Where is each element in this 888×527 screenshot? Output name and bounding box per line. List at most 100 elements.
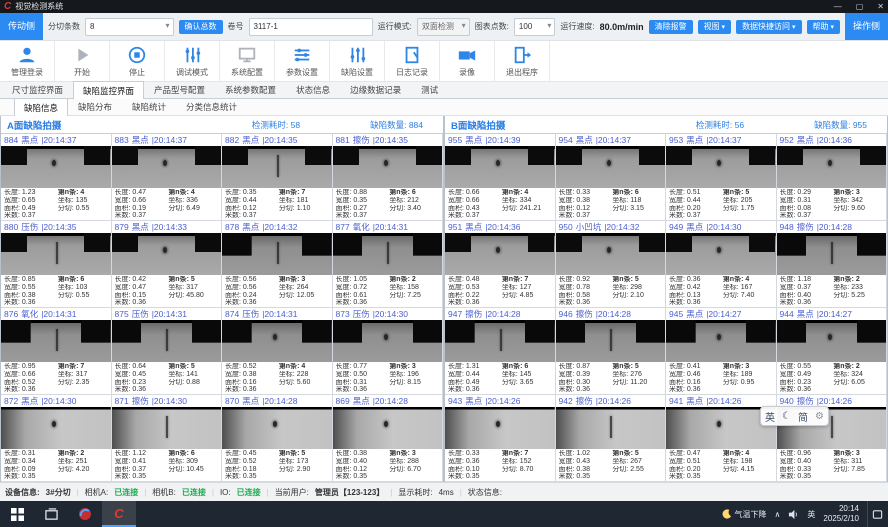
debug-mode-button[interactable]: 调试模式 (165, 41, 220, 81)
main-tab[interactable]: 边缘数据记录 (340, 81, 411, 98)
defect-image[interactable] (1, 146, 111, 189)
defect-cell[interactable]: 884 黑点 |20:14:37 长度: 1.23 宽度: 0.65 面积: 0… (1, 134, 112, 221)
start-menu-button[interactable] (0, 501, 34, 527)
system-config-button[interactable]: 系统配置 (220, 41, 275, 81)
recording-button[interactable]: 录像 (440, 41, 495, 81)
defect-cell[interactable]: 942 擦伤 |20:14:26 长度: 1.02 宽度: 0.43 面积: 0… (556, 395, 667, 482)
defect-image[interactable] (445, 407, 555, 450)
defect-cell[interactable]: 876 氧化 |20:14:31 长度: 0.95 宽度: 0.66 面积: 0… (1, 308, 112, 395)
defect-cell[interactable]: 881 擦伤 |20:14:35 长度: 0.88 宽度: 0.35 面积: 0… (333, 134, 444, 221)
defect-image[interactable] (445, 233, 555, 276)
defect-cell[interactable]: 953 黑点 |20:14:37 长度: 0.51 宽度: 0.44 面积: 0… (666, 134, 777, 221)
theme-moon-icon[interactable]: ☾ (782, 411, 791, 422)
parameter-settings-button[interactable]: 参数设置 (275, 41, 330, 81)
defect-image[interactable] (112, 407, 222, 450)
defect-image[interactable] (1, 407, 111, 450)
defect-cell[interactable]: 872 黑点 |20:14:30 长度: 0.31 宽度: 0.34 面积: 0… (1, 395, 112, 482)
defect-cell[interactable]: 879 黑点 |20:14:33 长度: 0.42 宽度: 0.47 面积: 0… (112, 221, 223, 308)
defect-cell[interactable]: 873 压伤 |20:14:30 长度: 0.77 宽度: 0.50 面积: 0… (333, 308, 444, 395)
defect-cell[interactable]: 878 黑点 |20:14:32 长度: 0.56 宽度: 0.56 面积: 0… (222, 221, 333, 308)
sub-tab[interactable]: 分类信息统计 (176, 98, 247, 115)
defect-settings-button[interactable]: 缺陷设置 (330, 41, 385, 81)
defect-image[interactable] (556, 233, 666, 276)
defect-image[interactable] (777, 320, 887, 363)
defect-cell[interactable]: 871 擦伤 |20:14:30 长度: 1.12 宽度: 0.41 面积: 0… (112, 395, 223, 482)
close-button[interactable]: ✕ (877, 2, 884, 11)
defect-image[interactable] (556, 407, 666, 450)
defect-image[interactable] (1, 320, 111, 363)
run-mode-select[interactable]: 双面检测 (417, 18, 470, 36)
defect-cell[interactable]: 952 黑点 |20:14:36 长度: 0.29 宽度: 0.31 面积: 0… (777, 134, 888, 221)
defect-cell[interactable]: 947 擦伤 |20:14:28 长度: 1.31 宽度: 0.44 面积: 0… (445, 308, 556, 395)
drive-side-button[interactable]: 传动侧 (0, 13, 43, 40)
defect-image[interactable] (777, 233, 887, 276)
defect-cell[interactable]: 955 黑点 |20:14:39 长度: 0.66 宽度: 0.66 面积: 0… (445, 134, 556, 221)
defect-image[interactable] (333, 146, 443, 189)
taskbar-active-app[interactable]: C (102, 501, 136, 527)
start-button[interactable]: 开始 (55, 41, 110, 81)
slit-count-select[interactable]: 8 (85, 18, 173, 36)
lang-cn-button[interactable]: 简 (798, 409, 808, 424)
notification-center-button[interactable] (867, 501, 886, 527)
defect-cell[interactable]: 869 黑点 |20:14:28 长度: 0.38 宽度: 0.40 面积: 0… (333, 395, 444, 482)
defect-image[interactable] (333, 320, 443, 363)
defect-cell[interactable]: 870 黑点 |20:14:28 长度: 0.45 宽度: 0.52 面积: 0… (222, 395, 333, 482)
defect-image[interactable] (112, 233, 222, 276)
defect-image[interactable] (222, 146, 332, 189)
defect-image[interactable] (222, 233, 332, 276)
defect-cell[interactable]: 875 压伤 |20:14:31 长度: 0.64 宽度: 0.45 面积: 0… (112, 308, 223, 395)
defect-image[interactable] (333, 233, 443, 276)
defect-cell[interactable]: 945 黑点 |20:14:27 长度: 0.41 宽度: 0.46 面积: 0… (666, 308, 777, 395)
defect-image[interactable] (445, 320, 555, 363)
chart-points-select[interactable]: 100 (514, 18, 555, 36)
defect-image[interactable] (666, 320, 776, 363)
clear-alarm-button[interactable]: 清除报警 (649, 20, 693, 34)
stop-button[interactable]: 停止 (110, 41, 165, 81)
gear-icon[interactable]: ⚙ (815, 411, 824, 422)
defect-cell[interactable]: 882 黑点 |20:14:35 长度: 0.35 宽度: 0.44 面积: 0… (222, 134, 333, 221)
defect-cell[interactable]: 880 压伤 |20:14:35 长度: 0.85 宽度: 0.55 面积: 0… (1, 221, 112, 308)
defect-cell[interactable]: 877 氧化 |20:14:31 长度: 1.05 宽度: 0.72 面积: 0… (333, 221, 444, 308)
taskbar-app-icon[interactable] (68, 501, 102, 527)
lang-en-button[interactable]: 英 (765, 409, 775, 424)
defect-cell[interactable]: 948 擦伤 |20:14:28 长度: 1.18 宽度: 0.37 面积: 0… (777, 221, 888, 308)
main-tab[interactable]: 系统参数配置 (215, 81, 286, 98)
view-menu-button[interactable]: 视图 (698, 20, 731, 34)
minimize-button[interactable]: — (834, 2, 842, 11)
defect-image[interactable] (777, 146, 887, 189)
sub-tab[interactable]: 缺陷信息 (14, 98, 68, 116)
defect-cell[interactable]: 946 擦伤 |20:14:28 长度: 0.87 宽度: 0.39 面积: 0… (556, 308, 667, 395)
data-quick-access-button[interactable]: 数据快捷访问 (736, 20, 801, 34)
defect-image[interactable] (112, 146, 222, 189)
tray-expand-chevron[interactable]: ∧ (775, 510, 781, 519)
roll-number-input[interactable]: 3117-1 (249, 18, 373, 36)
clock[interactable]: 20:14 2025/2/10 (823, 504, 859, 523)
confirm-total-button[interactable]: 确认总数 (179, 20, 223, 34)
defect-cell[interactable]: 951 黑点 |20:14:36 长度: 0.48 宽度: 0.53 面积: 0… (445, 221, 556, 308)
exit-program-button[interactable]: 退出程序 (495, 41, 550, 81)
main-tab[interactable]: 尺寸监控界面 (2, 81, 73, 98)
defect-image[interactable] (112, 320, 222, 363)
main-tab[interactable]: 缺陷监控界面 (73, 81, 144, 99)
log-record-button[interactable]: 日志记录 (385, 41, 440, 81)
sub-tab[interactable]: 缺陷分布 (68, 98, 122, 115)
defect-cell[interactable]: 944 黑点 |20:14:27 长度: 0.55 宽度: 0.49 面积: 0… (777, 308, 888, 395)
task-view-button[interactable] (34, 501, 68, 527)
defect-image[interactable] (556, 320, 666, 363)
maximize-button[interactable]: ▢ (856, 2, 864, 11)
sub-tab[interactable]: 缺陷统计 (122, 98, 176, 115)
admin-login-button[interactable]: 管理登录 (0, 41, 55, 81)
defect-cell[interactable]: 874 压伤 |20:14:31 长度: 0.52 宽度: 0.38 面积: 0… (222, 308, 333, 395)
main-tab[interactable]: 产品型号配置 (144, 81, 215, 98)
defect-image[interactable] (333, 407, 443, 450)
defect-cell[interactable]: 949 黑点 |20:14:30 长度: 0.36 宽度: 0.42 面积: 0… (666, 221, 777, 308)
defect-image[interactable] (445, 146, 555, 189)
volume-icon[interactable] (788, 509, 799, 520)
defect-image[interactable] (666, 233, 776, 276)
main-tab[interactable]: 状态信息 (286, 81, 340, 98)
defect-cell[interactable]: 943 黑点 |20:14:26 长度: 0.33 宽度: 0.36 面积: 0… (445, 395, 556, 482)
main-tab[interactable]: 测试 (411, 81, 448, 98)
defect-image[interactable] (1, 233, 111, 276)
defect-image[interactable] (222, 407, 332, 450)
defect-image[interactable] (222, 320, 332, 363)
